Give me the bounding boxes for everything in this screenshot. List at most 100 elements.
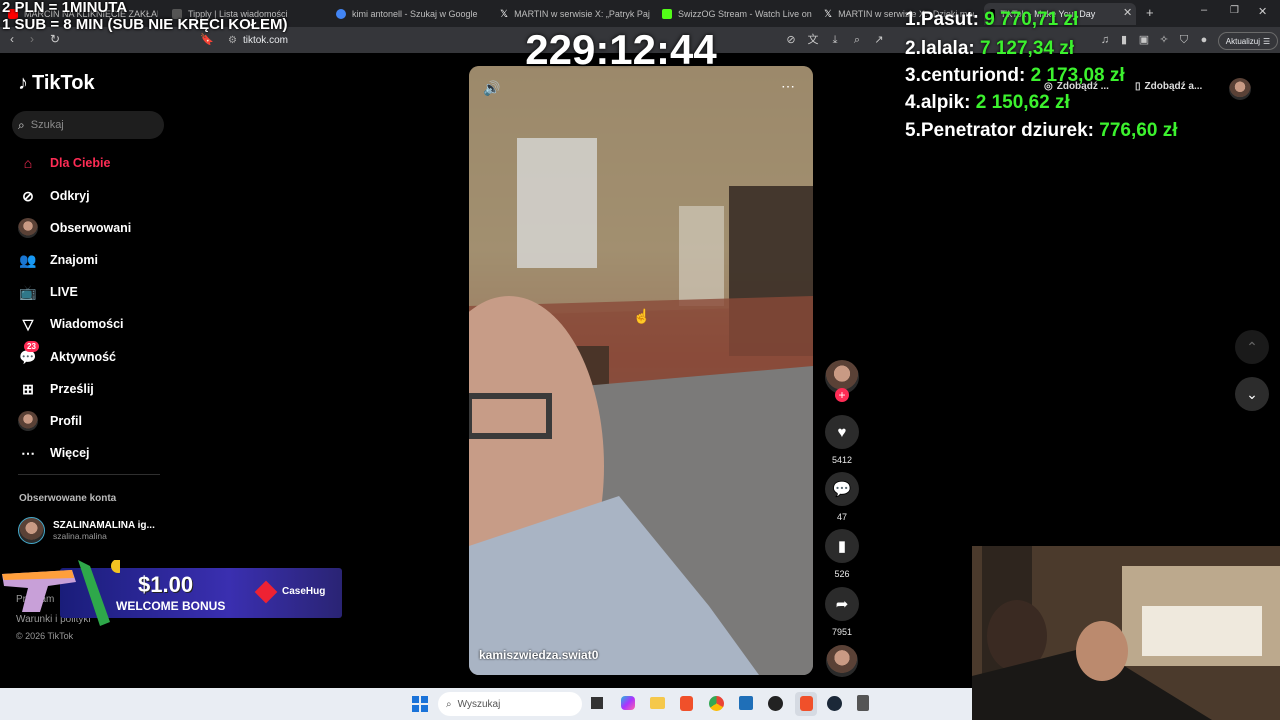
- music-disc-icon: [826, 645, 858, 677]
- nav-item-friends[interactable]: 👥 Znajomi: [18, 249, 98, 271]
- nav-item-upload[interactable]: ⊞ Prześlij: [18, 378, 94, 400]
- leaderboard-entry: 4.alpik: 2 150,62 zł: [905, 92, 1070, 113]
- mute-icon[interactable]: 🔊: [483, 80, 500, 97]
- bookmark-icon: ▮: [825, 529, 859, 563]
- search-icon: ⌕: [18, 117, 25, 132]
- save-count: 526: [834, 569, 850, 579]
- more-options-icon[interactable]: ⋯: [781, 78, 795, 95]
- author-avatar-button[interactable]: +: [823, 360, 861, 402]
- browser-tab[interactable]: SwizzOG Stream - Watch Live on Kick: [662, 3, 812, 25]
- share-button[interactable]: ➦ 7951: [823, 587, 861, 637]
- nav-item-live[interactable]: 📺 LIVE: [18, 281, 78, 303]
- music-disc-button[interactable]: [823, 645, 861, 677]
- tiktok-logo[interactable]: ♪ TikTok: [18, 72, 95, 95]
- like-count: 5412: [831, 455, 853, 465]
- comment-button[interactable]: 💬 47: [823, 472, 861, 522]
- leaderboard-entry: 1.Pasut: 9 770,71 zł: [905, 9, 1079, 30]
- steam-icon[interactable]: [827, 696, 842, 711]
- search-input[interactable]: ⌕ Szukaj: [12, 111, 164, 139]
- video-author[interactable]: kamiszwiedza.swiat0: [479, 648, 598, 662]
- next-video-chevron-down-icon[interactable]: ⌄: [1235, 377, 1269, 411]
- nav-item-more[interactable]: ⋯ Więcej: [18, 442, 90, 464]
- active-browser-taskbar-item[interactable]: [795, 692, 817, 716]
- user-avatar[interactable]: [1229, 78, 1251, 100]
- forward-icon[interactable]: ›: [30, 32, 34, 46]
- search-icon: ⌕: [446, 698, 452, 710]
- minimize-icon[interactable]: –: [1201, 4, 1207, 16]
- save-button[interactable]: ▮ 526: [823, 529, 861, 579]
- nav-item-explore[interactable]: ⊘ Odkryj: [18, 185, 89, 207]
- download-icon[interactable]: ⤓: [828, 33, 842, 47]
- footer-copyright: © 2026 TikTok: [16, 631, 74, 641]
- nav-item-following[interactable]: Obserwowani: [18, 217, 131, 239]
- profile-avatar-icon[interactable]: ●: [1197, 33, 1211, 47]
- bonus-amount: $1.00: [138, 572, 194, 597]
- share-count: 7951: [831, 627, 853, 637]
- close-tab-icon[interactable]: ✕: [1123, 6, 1132, 19]
- comment-icon: 💬: [825, 472, 859, 506]
- start-windows-icon[interactable]: [412, 696, 428, 712]
- like-button[interactable]: ♥ 5412: [823, 415, 861, 465]
- file-explorer-icon[interactable]: [650, 697, 665, 709]
- x-icon: 𝕏: [824, 9, 833, 20]
- google-icon: [336, 9, 346, 19]
- mouse-cursor-icon: ☝: [633, 308, 651, 324]
- sparkle-icon[interactable]: ✧: [1157, 33, 1171, 47]
- sidebar-icon[interactable]: ▮: [1117, 33, 1131, 47]
- shield-icon[interactable]: ⛉: [1177, 33, 1191, 47]
- casehug-brand: CaseHug: [282, 586, 326, 597]
- home-icon: ⌂: [23, 155, 33, 171]
- browser-tab[interactable]: kimi antonell - Szukaj w Google: [336, 3, 486, 25]
- nav-item-messages[interactable]: ▽ Wiadomości: [18, 313, 124, 335]
- previous-video-chevron-up-icon[interactable]: ⌃: [1235, 330, 1269, 364]
- avatar-icon: [18, 218, 38, 238]
- kick-icon: [662, 9, 672, 19]
- browser-tab[interactable]: 𝕏 MARTIN w serwisie X: „Patryk Pajako: [500, 3, 650, 25]
- followed-account-name: SZALINAMALINA ig...: [53, 520, 155, 531]
- share-arrow-icon: ➦: [825, 587, 859, 621]
- update-button[interactable]: Aktualizuj ☰: [1218, 32, 1278, 50]
- brave-icon[interactable]: [680, 696, 693, 711]
- phone-icon: ▯: [1135, 81, 1141, 92]
- nav-item-profile[interactable]: Profil: [18, 410, 82, 432]
- new-tab-icon[interactable]: +: [1146, 5, 1154, 20]
- nav-item-activity[interactable]: 💬 23 Aktywność: [18, 341, 116, 368]
- share-icon[interactable]: ↗: [872, 33, 886, 47]
- windows-taskbar: ⌕ Wyszukaj: [0, 688, 972, 720]
- activity-icon: 💬 23: [18, 341, 39, 367]
- taskbar-search-input[interactable]: ⌕ Wyszukaj: [438, 692, 582, 716]
- reload-icon[interactable]: ↻: [50, 32, 60, 46]
- video-player[interactable]: 🔊 ⋯ kamiszwiedza.swiat0: [469, 66, 813, 675]
- followed-account-handle: szalina.malina: [53, 531, 107, 541]
- zoom-icon[interactable]: ⌕: [850, 33, 864, 47]
- followed-accounts-header: Obserwowane konta: [19, 493, 117, 504]
- tiktok-note-icon: ♪: [18, 72, 28, 94]
- casehug-bonus-banner: $1.00 WELCOME BONUS CaseHug: [0, 559, 342, 626]
- brave-icon: [799, 696, 813, 711]
- task-view-icon[interactable]: [591, 697, 603, 709]
- maximize-icon[interactable]: ❐: [1230, 5, 1239, 16]
- chrome-icon[interactable]: [709, 696, 724, 711]
- store-icon[interactable]: [739, 696, 753, 710]
- calculator-icon[interactable]: [857, 695, 869, 711]
- translate-icon[interactable]: 文: [806, 33, 820, 47]
- eye-off-icon[interactable]: ⊘: [784, 33, 798, 47]
- music-icon[interactable]: ♫: [1098, 33, 1112, 47]
- back-icon[interactable]: ‹: [10, 32, 14, 46]
- notification-badge: 23: [24, 341, 39, 352]
- get-app-button[interactable]: ▯ Zdobądź a...: [1135, 81, 1202, 92]
- wallet-icon[interactable]: ▣: [1137, 33, 1151, 47]
- nav-item-for-you[interactable]: ⌂ Dla Ciebie: [18, 152, 111, 174]
- site-info-icon[interactable]: ⚙: [228, 35, 237, 46]
- bookmark-icon[interactable]: 🔖: [200, 33, 214, 46]
- followed-account[interactable]: SZALINAMALINA ig... szalina.malina: [18, 517, 155, 544]
- gun-knife-graphic: [0, 559, 125, 628]
- subathon-timer: 229:12:44: [525, 26, 717, 73]
- obs-icon[interactable]: [768, 696, 783, 711]
- leaderboard-entry: 3.centuriond: 2 173,08 zł: [905, 65, 1125, 86]
- follow-plus-icon[interactable]: +: [835, 388, 849, 402]
- friends-icon: 👥: [19, 251, 37, 268]
- copilot-icon[interactable]: [621, 696, 635, 710]
- close-window-icon[interactable]: ✕: [1258, 5, 1267, 18]
- avatar: [18, 517, 45, 544]
